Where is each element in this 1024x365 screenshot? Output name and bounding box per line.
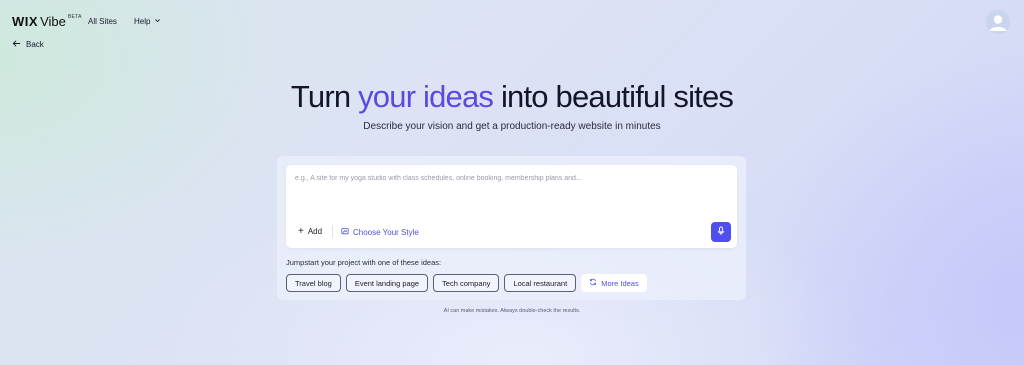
refresh-icon	[589, 278, 597, 288]
wix-vibe-logo[interactable]: WIX Vibe BETA	[12, 14, 82, 29]
title-part-1: Turn	[290, 79, 359, 114]
choose-style-label: Choose Your Style	[353, 227, 419, 237]
back-label: Back	[26, 40, 44, 49]
logo-vibe-text: Vibe	[40, 14, 66, 29]
add-button[interactable]: + Add	[298, 225, 323, 237]
prompt-box: + Add Choose Your Style	[286, 165, 737, 248]
idea-chips: Travel blog Event landing page Tech comp…	[286, 274, 647, 292]
choose-style-button[interactable]: Choose Your Style	[341, 227, 419, 237]
prompt-card: + Add Choose Your Style Jumpstart your p…	[277, 156, 746, 300]
logo-wix-text: WIX	[12, 14, 39, 29]
more-ideas-label: More Ideas	[601, 278, 639, 288]
nav-help-menu[interactable]: Help	[134, 17, 161, 26]
more-ideas-button[interactable]: More Ideas	[581, 274, 647, 292]
title-part-2: into beautiful sites	[493, 79, 734, 114]
style-icon	[341, 227, 349, 237]
page-subtitle: Describe your vision and get a productio…	[363, 121, 661, 132]
chevron-down-icon	[154, 17, 161, 26]
add-label: Add	[307, 227, 323, 236]
nav-help-label: Help	[134, 17, 151, 26]
title-accent: your ideas	[358, 79, 494, 114]
back-button[interactable]: Back	[12, 39, 44, 50]
microphone-button[interactable]	[711, 222, 731, 242]
prompt-input[interactable]	[295, 175, 725, 182]
ai-disclaimer: AI can make mistakes. Always double-chec…	[443, 308, 581, 314]
plus-icon: +	[298, 225, 304, 237]
user-avatar-icon[interactable]	[986, 10, 1010, 34]
beta-badge: BETA	[67, 14, 82, 20]
ideas-label: Jumpstart your project with one of these…	[286, 258, 442, 267]
nav-all-sites-link[interactable]: All Sites	[88, 17, 117, 26]
arrow-left-icon	[12, 39, 21, 50]
microphone-icon	[716, 223, 726, 241]
idea-chip-local-restaurant[interactable]: Local restaurant	[504, 274, 577, 292]
idea-chip-event-landing-page[interactable]: Event landing page	[345, 274, 429, 292]
idea-chip-travel-blog[interactable]: Travel blog	[286, 274, 341, 292]
idea-chip-tech-company[interactable]: Tech company	[433, 274, 500, 292]
toolbar-divider	[332, 225, 333, 238]
page-title: Turn your ideas into beautiful sites	[0, 77, 1024, 117]
